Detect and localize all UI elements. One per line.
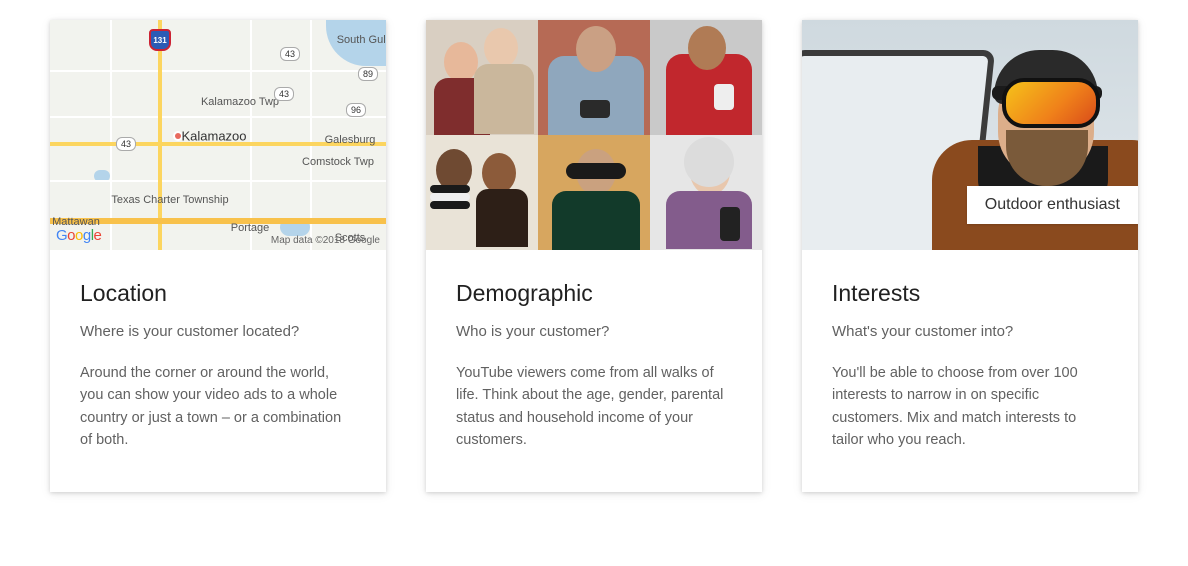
map-label: South Gull Lake: [325, 34, 386, 46]
map-label: Portage: [231, 222, 270, 234]
route-shield-icon: 43: [116, 137, 136, 151]
interest-tag: Outdoor enthusiast: [967, 186, 1138, 224]
cards-row: South Gull Lake Kalamazoo Twp Kalamazoo …: [50, 20, 1138, 492]
card-body: Interests What's your customer into? You…: [802, 250, 1138, 492]
card-body: Demographic Who is your customer? YouTub…: [426, 250, 762, 492]
map-label: Texas Charter Township: [111, 194, 228, 206]
google-logo-icon: Google: [56, 227, 101, 244]
card-title: Location: [80, 280, 356, 307]
card-body: Location Where is your customer located?…: [50, 250, 386, 492]
card-subtitle: What's your customer into?: [832, 321, 1108, 342]
map-label-main: Kalamazoo: [181, 129, 246, 144]
card-desc: YouTube viewers come from all walks of l…: [456, 362, 732, 452]
people-grid-icon: [426, 20, 762, 250]
card-location: South Gull Lake Kalamazoo Twp Kalamazoo …: [50, 20, 386, 492]
card-desc: Around the corner or around the world, y…: [80, 362, 356, 452]
map-copyright: Map data ©2018 Google: [271, 235, 380, 246]
card-title: Interests: [832, 280, 1108, 307]
card-title: Demographic: [456, 280, 732, 307]
card-subtitle: Where is your customer located?: [80, 321, 356, 342]
card-interests: Outdoor enthusiast Interests What's your…: [802, 20, 1138, 492]
card-desc: You'll be able to choose from over 100 i…: [832, 362, 1108, 452]
card-demographic: Demographic Who is your customer? YouTub…: [426, 20, 762, 492]
map-label: Kalamazoo Twp: [201, 96, 279, 108]
card-interests-image: Outdoor enthusiast: [802, 20, 1138, 250]
map-label: Galesburg: [325, 134, 376, 146]
route-shield-icon: 96: [346, 103, 366, 117]
outdoor-photo-icon: Outdoor enthusiast: [802, 20, 1138, 250]
card-demographic-image: [426, 20, 762, 250]
card-location-image: South Gull Lake Kalamazoo Twp Kalamazoo …: [50, 20, 386, 250]
map-label: Comstock Twp: [302, 156, 374, 168]
route-shield-icon: 89: [358, 67, 378, 81]
interstate-shield-icon: 131: [149, 29, 171, 51]
route-shield-icon: 43: [274, 87, 294, 101]
card-subtitle: Who is your customer?: [456, 321, 732, 342]
map-icon: South Gull Lake Kalamazoo Twp Kalamazoo …: [50, 20, 386, 250]
route-shield-icon: 43: [280, 47, 300, 61]
